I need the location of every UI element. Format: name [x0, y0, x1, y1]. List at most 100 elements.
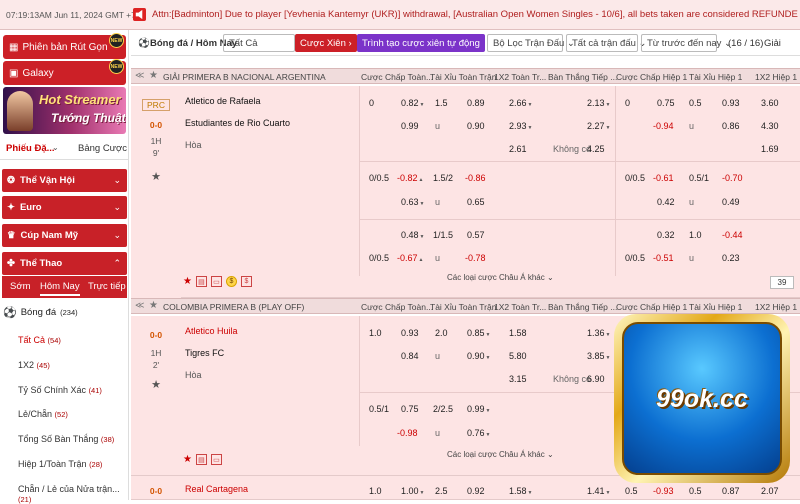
star-icon[interactable]: ★ [131, 378, 181, 391]
odd-cell[interactable]: -0.94 [653, 121, 674, 131]
hot-streamer-banner[interactable]: Hot Streamer Tướng Thuật [3, 87, 126, 134]
odd-cell[interactable]: -0.61 [653, 173, 674, 183]
section-euro[interactable]: ✦ Euro ⌄ [2, 196, 127, 219]
odd-cell[interactable]: 0.86 [722, 121, 740, 131]
sort-select[interactable]: Từ trước đến nay ⌄ [641, 34, 732, 52]
odd-cell[interactable]: 2.61 [509, 144, 527, 154]
odd-cell[interactable]: 1.69 [761, 144, 779, 154]
odd-cell[interactable]: 1.36▼ [587, 328, 610, 338]
lite-version-button[interactable]: ▦ Phiên bản Rút Gọn NEW [3, 33, 126, 59]
odd-cell[interactable]: 0.32 [657, 230, 675, 240]
odd-cell[interactable]: 0.42 [657, 197, 675, 207]
odd-cell[interactable]: 0.89 [467, 98, 485, 108]
section-olympics[interactable]: ❂ Thể Vận Hội ⌄ [2, 169, 127, 192]
coin-icon[interactable]: $ [225, 276, 237, 287]
odd-cell[interactable]: 2.13▼ [587, 98, 610, 108]
odd-cell[interactable]: -0.78 [465, 253, 486, 263]
odds-type-select[interactable]: Giải [759, 34, 786, 52]
odd-cell[interactable]: -0.67▲ [397, 253, 423, 263]
market-filter-select[interactable]: Tất Cả [223, 34, 295, 52]
odd-cell[interactable]: 0.23 [722, 253, 740, 263]
odd-cell[interactable]: 0.87 [722, 486, 740, 496]
section-copa-america[interactable]: ♛ Cúp Nam Mỹ ⌄ [2, 224, 127, 247]
odd-cell[interactable]: 3.15 [509, 374, 527, 384]
sport-soccer[interactable]: ⚽ Bóng đá (234) [3, 306, 78, 319]
filter-half-odd-even[interactable]: Chẵn / Lẻ của Nửa trận... (21) [18, 484, 128, 504]
cashout-icon[interactable]: $ [240, 276, 252, 287]
field-icon[interactable]: ▭ [210, 454, 222, 465]
odd-cell[interactable]: 5.80 [509, 351, 527, 361]
odd-cell[interactable]: 1.58▼ [509, 486, 532, 496]
odd-cell[interactable]: -0.44 [722, 230, 743, 240]
odd-cell[interactable]: -0.86 [465, 173, 486, 183]
odd-cell[interactable]: 3.60 [761, 98, 779, 108]
odd-cell[interactable]: 2.07 [761, 486, 779, 496]
collapse-icon[interactable]: ≪ [135, 70, 144, 81]
odd-cell[interactable]: 1.00▼ [401, 486, 424, 496]
odd-cell[interactable]: 3.85▼ [587, 351, 610, 361]
field-icon[interactable]: ▭ [210, 276, 222, 287]
star-icon[interactable]: ★ [149, 70, 158, 81]
section-sports[interactable]: ✤ Thể Thao ⌃ [2, 252, 127, 275]
odd-cell[interactable]: 2.66▼ [509, 98, 532, 108]
odd-cell[interactable]: 0.84 [401, 351, 419, 361]
odd-cell[interactable]: 0.99▼ [467, 404, 490, 414]
odd-cell[interactable]: -0.70 [722, 173, 743, 183]
star-icon[interactable]: ★ [149, 300, 158, 311]
odd-cell[interactable]: -0.98 [397, 428, 418, 438]
odd-cell[interactable]: 0.76▼ [467, 428, 490, 438]
odd-cell[interactable]: 4.25 [587, 144, 605, 154]
league-header-argentina[interactable]: ≪ ★ GIẢI PRIMERA B NACIONAL ARGENTINA Cư… [131, 68, 800, 84]
odd-cell[interactable]: 0.90 [467, 121, 485, 131]
filter-ht-ft[interactable]: Hiệp 1/Toàn Trận (28) [18, 459, 102, 469]
tab-bet-board[interactable]: Bảng Cược [78, 143, 127, 154]
star-icon[interactable]: ★ [131, 170, 181, 183]
odd-cell[interactable]: -0.51 [653, 253, 674, 263]
odd-cell[interactable]: 1.41▼ [587, 486, 610, 496]
odd-cell[interactable]: 0.93 [722, 98, 740, 108]
chevron-down-icon[interactable]: ⌄ [52, 143, 59, 152]
filter-1x2[interactable]: 1X2 (45) [18, 360, 50, 370]
odd-cell[interactable]: 0.82▼ [401, 98, 424, 108]
auto-parlay-button[interactable]: Trình tạo cược xiên tự động [357, 34, 485, 52]
all-matches-select[interactable]: Tất cả trận đấu ⌄ [566, 34, 647, 52]
odd-cell[interactable]: 0.92 [467, 486, 485, 496]
news-marquee[interactable]: Attn:[Badminton] Due to player [Yevhenia… [152, 9, 798, 20]
odd-cell[interactable]: 0.85▼ [467, 328, 490, 338]
filter-all[interactable]: Tất Cả (54) [18, 335, 61, 345]
filter-total-goals[interactable]: Tổng Số Bàn Thắng (38) [18, 434, 114, 444]
tab-bet-slip[interactable]: Phiếu Đặ... [6, 143, 55, 154]
odd-cell[interactable]: 0.93 [401, 328, 419, 338]
odd-cell[interactable]: 0.63▼ [401, 197, 424, 207]
odd-cell[interactable]: -0.82▲ [397, 173, 423, 183]
odd-cell[interactable]: 0.75 [401, 404, 419, 414]
odd-cell[interactable]: 0.48▼ [401, 230, 424, 240]
odd-cell[interactable]: 1.58 [509, 328, 527, 338]
parlay-button[interactable]: Cược Xiên › [295, 34, 357, 52]
tab-early[interactable]: Sớm [10, 281, 30, 292]
star-icon[interactable]: ★ [183, 454, 192, 465]
odd-cell[interactable]: 0.57 [467, 230, 485, 240]
league-header-colombia[interactable]: ≪ ★ COLOMBIA PRIMERA B (PLAY OFF) Cược C… [131, 298, 800, 314]
odd-cell[interactable]: 0.75 [657, 98, 675, 108]
galaxy-button[interactable]: ▣ Galaxy NEW [3, 59, 126, 85]
odd-cell[interactable]: 0.99 [401, 121, 419, 131]
odd-cell[interactable]: 2.27▼ [587, 121, 610, 131]
odd-cell[interactable]: 4.30 [761, 121, 779, 131]
filter-correct-score[interactable]: Tỷ Số Chính Xác (41) [18, 385, 102, 395]
stats-icon[interactable]: ▤ [195, 454, 207, 465]
star-icon[interactable]: ★ [183, 276, 192, 287]
tab-today[interactable]: Hôm Nay [40, 281, 80, 296]
more-asian-bets-link[interactable]: Các loại cược Châu Á khác ⌄ [447, 450, 554, 459]
odd-cell[interactable]: 2.93▼ [509, 121, 532, 131]
tab-live[interactable]: Trực tiếp [88, 281, 126, 292]
odd-cell[interactable]: -0.93 [653, 486, 674, 496]
odd-cell[interactable]: 0.65 [467, 197, 485, 207]
odd-cell[interactable]: 0.90▼ [467, 351, 490, 361]
match-filter-select[interactable]: Bộ Lọc Trận Đấu ⌄ [487, 34, 575, 52]
filter-odd-even[interactable]: Lẻ/Chẵn (52) [18, 409, 68, 419]
odd-cell[interactable]: 6.90 [587, 374, 605, 384]
more-bets-count[interactable]: 39 [770, 276, 794, 289]
odd-cell[interactable]: 0.49 [722, 197, 740, 207]
more-asian-bets-link[interactable]: Các loại cược Châu Á khác ⌄ [447, 273, 554, 282]
